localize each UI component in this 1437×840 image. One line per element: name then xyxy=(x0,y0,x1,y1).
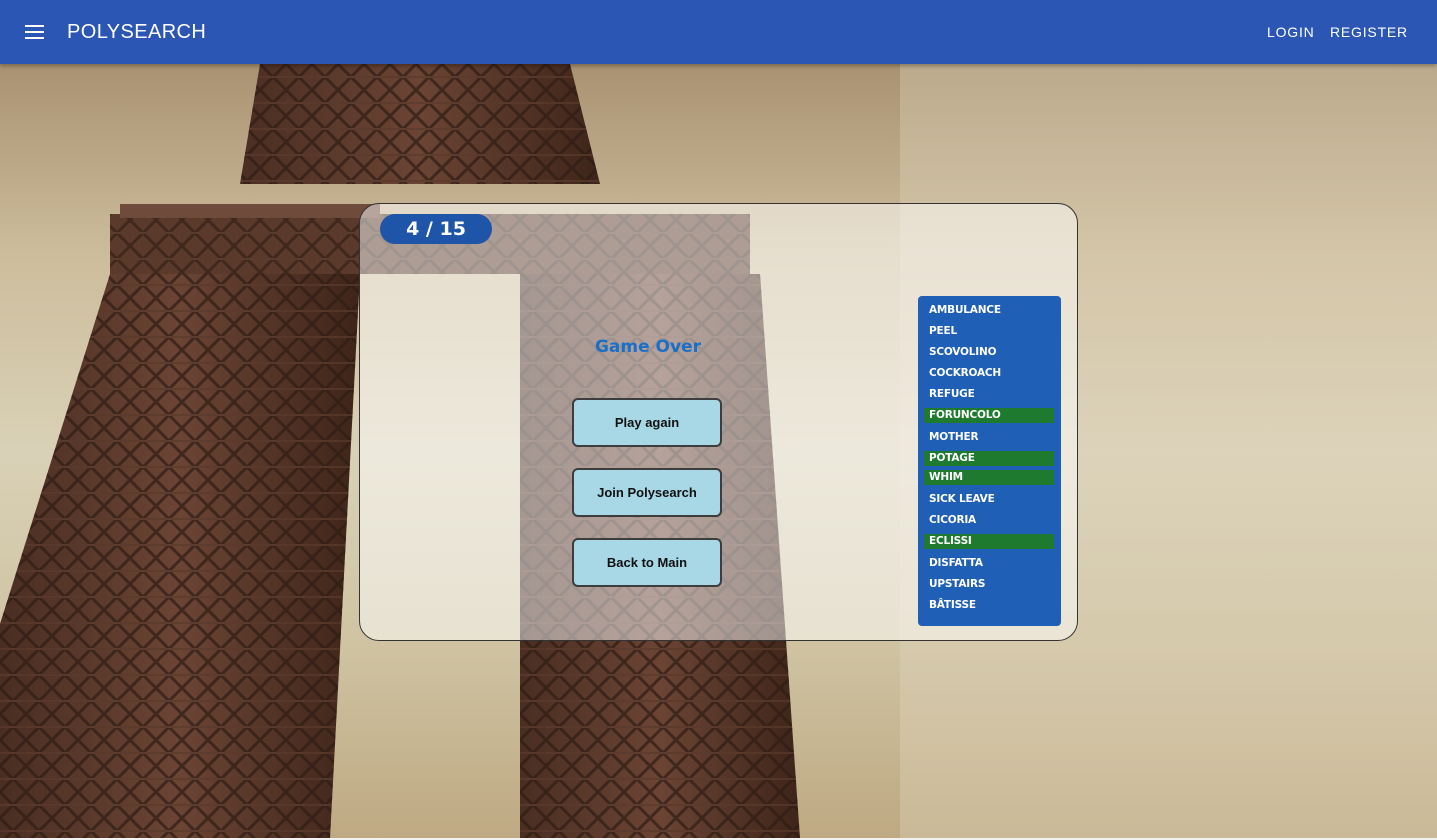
brand-title[interactable]: POLYSEARCH xyxy=(67,20,206,44)
word-item: SCOVOLINO xyxy=(929,346,997,358)
word-item: AMBULANCE xyxy=(929,304,1001,316)
word-item: SICK LEAVE xyxy=(929,493,995,505)
join-polysearch-button[interactable]: Join Polysearch xyxy=(572,468,722,517)
word-item: COCKROACH xyxy=(929,367,1002,379)
word-item: REFUGE xyxy=(929,388,975,400)
word-item: BÂTISSE xyxy=(929,599,976,611)
word-item: UPSTAIRS xyxy=(929,578,986,590)
back-to-main-button[interactable]: Back to Main xyxy=(572,538,722,587)
score-badge: 4 / 15 xyxy=(380,214,492,244)
word-item: DISFATTA xyxy=(929,557,983,569)
word-item-found: POTAGE xyxy=(924,451,1054,466)
word-item-found: FORUNCOLO xyxy=(924,408,1054,423)
login-button[interactable]: LOGIN xyxy=(1267,22,1315,42)
game-panel: 4 / 15 Game Over Play again Join Polysea… xyxy=(359,203,1078,641)
register-button[interactable]: REGISTER xyxy=(1330,22,1408,42)
app-bar: POLYSEARCH LOGIN REGISTER xyxy=(0,0,1437,64)
menu-icon[interactable] xyxy=(19,16,51,48)
play-again-button[interactable]: Play again xyxy=(572,398,722,447)
word-list: AMBULANCE PEEL SCOVOLINO COCKROACH REFUG… xyxy=(918,296,1061,626)
word-item: CICORIA xyxy=(929,514,976,526)
word-item-found: ECLISSI xyxy=(924,534,1054,549)
game-over-title: Game Over xyxy=(594,337,702,357)
word-item-found: WHIM xyxy=(924,470,1054,485)
word-item: PEEL xyxy=(929,325,957,337)
word-item: MOTHER xyxy=(929,431,979,443)
